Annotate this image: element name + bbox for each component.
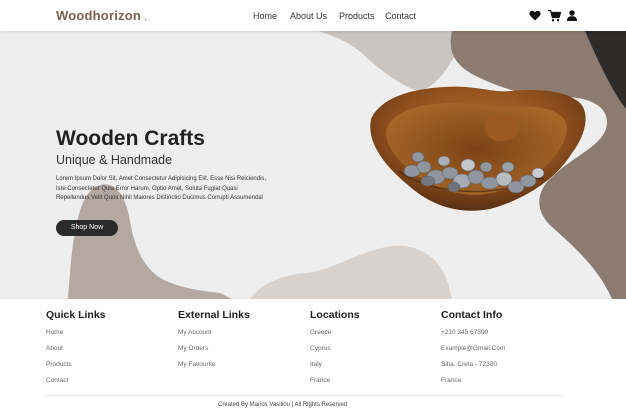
external-link-my-account[interactable]: My Account: [178, 329, 212, 336]
brand-logo[interactable]: Woodhorizon.: [56, 8, 147, 23]
external-links-title: External Links: [178, 309, 250, 321]
hero-description: Lorem Ipsum Dolor Sit, Amet Consectetur …: [56, 176, 267, 202]
nav-home[interactable]: Home: [253, 11, 277, 21]
footer-locations: Locations Greece Cyprus Italy France: [310, 309, 360, 384]
heart-icon[interactable]: [529, 10, 541, 21]
footer: Quick Links Home About Products Contact …: [0, 299, 626, 408]
brand-name: Woodhorizon: [56, 8, 141, 23]
locations-title: Locations: [310, 309, 360, 321]
footer-contact-info: Contact Info +210 345 67890 Example@Gmai…: [441, 309, 505, 384]
nav-contact[interactable]: Contact: [385, 11, 416, 21]
contact-country: France: [441, 377, 462, 384]
top-navbar: Woodhorizon. Home About Us Products Cont…: [0, 0, 626, 31]
shop-now-button[interactable]: Shop Now: [56, 220, 118, 236]
footer-quick-links: Quick Links Home About Products Contact: [46, 309, 106, 384]
location-cyprus[interactable]: Cyprus: [310, 345, 331, 352]
location-greece[interactable]: Greece: [310, 329, 331, 336]
hero-section: Wooden Crafts Unique & Handmade Lorem Ip…: [0, 31, 626, 299]
contact-address: Sitia, Creta - 72300: [441, 361, 498, 368]
nav-products[interactable]: Products: [339, 11, 375, 21]
location-italy[interactable]: Italy: [310, 361, 322, 368]
external-link-my-orders[interactable]: My Orders: [178, 345, 208, 352]
cart-icon[interactable]: [548, 10, 561, 22]
quick-link-contact[interactable]: Contact: [46, 377, 68, 384]
user-icon[interactable]: [567, 10, 577, 21]
brand-dot: .: [144, 11, 148, 23]
footer-divider: [44, 395, 564, 396]
external-link-my-favourite[interactable]: My Favourite: [178, 361, 216, 368]
quick-links-title: Quick Links: [46, 309, 106, 321]
quick-link-about[interactable]: About: [46, 345, 63, 352]
contact-info-title: Contact Info: [441, 309, 503, 321]
hero-title: Wooden Crafts: [56, 127, 205, 150]
quick-link-products[interactable]: Products: [46, 361, 72, 368]
contact-phone: +210 345 67890: [441, 329, 489, 336]
contact-email: Example@Gmail.Com: [441, 345, 506, 352]
footer-external-links: External Links My Account My Orders My F…: [178, 309, 250, 368]
location-france[interactable]: France: [310, 377, 330, 384]
quick-link-home[interactable]: Home: [46, 329, 63, 336]
wooden-bowl-image: [370, 86, 586, 211]
hero-subtitle: Unique & Handmade: [56, 153, 173, 167]
copyright-text: Created By Marios Vasiliou | All Rights …: [218, 402, 348, 408]
nav-about-us[interactable]: About Us: [290, 11, 327, 21]
